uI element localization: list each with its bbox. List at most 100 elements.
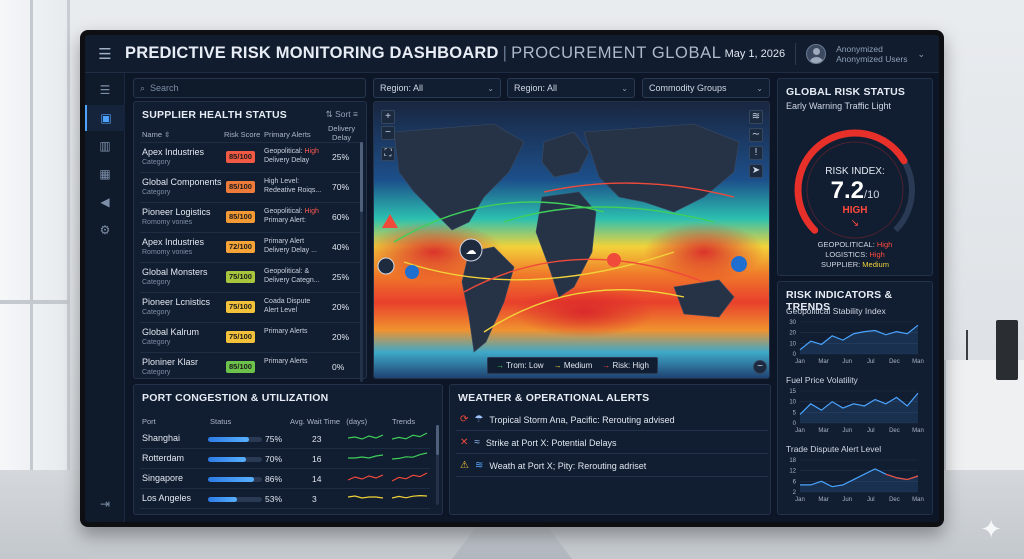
wait-time: 14 (312, 474, 322, 484)
supplier-row[interactable]: Apex Industries Romomy vonies 72/100 Primar… (140, 232, 362, 262)
col-status: Status (210, 417, 232, 426)
region-filter-1[interactable]: Region: All ⌄ (373, 78, 501, 98)
y-tick-label: 30 (789, 320, 796, 326)
risk-score-badge: 85/100 (226, 181, 255, 193)
chevron-down-icon[interactable]: ⌄ (917, 49, 925, 60)
zoom-out-button[interactable]: − (381, 126, 395, 140)
ports-scrollbar[interactable] (436, 425, 439, 505)
port-row[interactable]: Singapore 86% 14 (140, 469, 430, 489)
sort-button[interactable]: ⇅ Sort ≡ (326, 109, 358, 120)
supplier-row[interactable]: Apex Industries Category 85/100 Geopolitica… (140, 142, 362, 172)
alert-toggle[interactable]: ! (749, 146, 763, 160)
wait-time: 3 (312, 494, 317, 504)
risk-index-value: 7.2/10 (830, 177, 880, 204)
x-tick-label: Dec (889, 428, 900, 434)
arrow-icon: → (602, 361, 611, 370)
delivery-delay: 25% (332, 152, 350, 162)
cloud-icon: ☂ (474, 414, 484, 425)
supplier-name: Global Components (142, 177, 222, 187)
tools-icon: ✕ (460, 437, 469, 448)
world-risk-map[interactable]: ☁ + − ⛶ ≋ ∼ ! ➤ → Trom: Low → Medium → R… (373, 101, 770, 379)
supplier-row[interactable]: Global Monsters Category 75/100 Geopolitica… (140, 262, 362, 292)
primary-alert: Coada Dispute (264, 298, 311, 305)
port-row[interactable]: Rotterdam 70% 16 (140, 449, 430, 469)
port-row[interactable]: Shanghai 75% 23 (140, 429, 430, 449)
x-tick-label: Mar (818, 359, 828, 365)
x-tick-label: Jan (795, 428, 805, 434)
nav-reports-icon[interactable]: ▦ (85, 161, 125, 187)
region-filter-2[interactable]: Region: All ⌄ (507, 78, 635, 98)
trend-sparkline (392, 472, 428, 482)
supplier-name: Pioneer Lcnistics (142, 297, 211, 307)
weather-alerts-panel: WEATHER & OPERATIONAL ALERTS ⟳ ☂ Tropical… (449, 384, 771, 515)
office-shelf (944, 320, 1024, 470)
nav-alerts-icon[interactable]: ◀ (85, 189, 125, 215)
sparkle-icon: ✦ (980, 514, 1002, 544)
global-risk-title: GLOBAL RISK STATUS (786, 86, 906, 98)
primary-alert-detail: Redeative Roiqs... (264, 187, 322, 194)
primary-alert-detail: Alert Level (264, 307, 298, 314)
geo-stability-chart: 30 20 10 0Jan Mar Jun Jul Dec Man (789, 320, 924, 365)
arrow-icon: → (553, 361, 562, 370)
alert-item[interactable]: ⚠ ≋ Weath at Port X; Pity: Rerouting adri… (456, 455, 768, 477)
utilization-pct: 86% (265, 474, 283, 484)
x-tick-label: Jul (867, 497, 875, 503)
trend-sparkline (348, 434, 384, 440)
supplier-scrollbar[interactable] (360, 142, 363, 382)
fuel-volatility-chart: 15 10 5 0Jan Mar Jun Jul Dec Man (789, 389, 924, 434)
risk-indicators-panel: RISK INDICATORS & TRENDS Geopolitical St… (777, 281, 933, 515)
supplier-row[interactable]: Pioneer Logistics Romomy vonies 85/100 Geop… (140, 202, 362, 232)
navigate-button[interactable]: ➤ (749, 164, 763, 178)
dashboard-screen: ☰ PREDICTIVE RISK MONITORING DASHBOARD | P… (85, 35, 939, 522)
search-icon: ⌕ (140, 82, 146, 93)
delivery-delay: 40% (332, 242, 350, 252)
supplier-name: Pioneer Logistics (142, 207, 211, 217)
primary-alert: Geopolitical: High (264, 208, 319, 215)
risk-index-label: RISK INDEX: (825, 166, 885, 177)
nav-analytics-icon[interactable]: ▥ (85, 133, 125, 159)
y-tick-label: 0 (793, 421, 797, 427)
supplier-name: Apex Industries (142, 237, 205, 247)
col-name[interactable]: Name ⇳ (142, 130, 170, 139)
supplier-name: Apex Industries (142, 147, 205, 157)
search-input[interactable]: ⌕ Search (133, 78, 366, 98)
zoom-in-button[interactable]: + (381, 110, 395, 124)
trend-sparkline (392, 494, 428, 499)
supplier-row[interactable]: Global Components Category 85/100 High Leve… (140, 172, 362, 202)
supplier-category: Category (142, 309, 171, 316)
nav-menu-icon[interactable]: ☰ (85, 77, 125, 103)
menu-icon[interactable]: ☰ (85, 45, 125, 63)
trend-sparkline (348, 474, 384, 481)
map-legend: → Trom: Low → Medium → Risk: High (487, 357, 658, 374)
nav-settings-icon[interactable]: ⚙ (85, 217, 125, 243)
fullscreen-button[interactable]: ⛶ (381, 147, 395, 161)
supplier-row[interactable]: Pioneer Lcnistics Category 75/100 Coada Dis… (140, 292, 362, 322)
chart-label-geo: Geopolitical Stability Index (786, 306, 886, 316)
supplier-name: Global Monsters (142, 267, 208, 277)
x-tick-label: Mar (818, 428, 828, 434)
supplier-risk: SUPPLIER: Medium (821, 260, 889, 269)
port-row[interactable]: Los Angeles 53% 3 (140, 489, 430, 509)
supplier-row[interactable]: Ploniner Klasr Category 85/100 Primary Aler… (140, 352, 362, 382)
monitor: ☰ PREDICTIVE RISK MONITORING DASHBOARD | P… (80, 30, 944, 527)
alert-item[interactable]: ⟳ ☂ Tropical Storm Ana, Pacific: Reroutin… (456, 409, 768, 431)
delivery-delay: 20% (332, 332, 350, 342)
logout-icon[interactable]: ⇥ (85, 491, 125, 517)
avatar[interactable] (806, 44, 827, 64)
col-wait: Avg. Wait Time (days) (290, 417, 368, 426)
routes-toggle[interactable]: ∼ (749, 128, 763, 142)
heatmap-svg: ☁ (374, 102, 769, 378)
commodity-filter[interactable]: Commodity Groups ⌄ (642, 78, 770, 98)
layers-button[interactable]: ≋ (749, 110, 763, 124)
alert-item[interactable]: ✕ ≈ Strike at Port X: Potential Delays (456, 432, 768, 454)
supplier-row[interactable]: Global Kalrum Category 75/100 Primary Alert… (140, 322, 362, 352)
svg-text:☁: ☁ (466, 244, 477, 257)
map-minimize-button[interactable]: − (753, 360, 767, 374)
utilization-bar (208, 437, 262, 442)
global-risk-panel: GLOBAL RISK STATUS Early Warning Traffic… (777, 78, 933, 276)
page-title: PREDICTIVE RISK MONITORING DASHBOARD | PRO… (125, 44, 722, 62)
primary-alert-detail: Delivery Delay (264, 157, 310, 164)
nav-suppliers-icon[interactable]: ▣ (85, 105, 125, 131)
primary-alert: Geopolitical: High (264, 148, 319, 155)
user-menu[interactable]: Anonymized Anonymized Users (836, 44, 907, 64)
